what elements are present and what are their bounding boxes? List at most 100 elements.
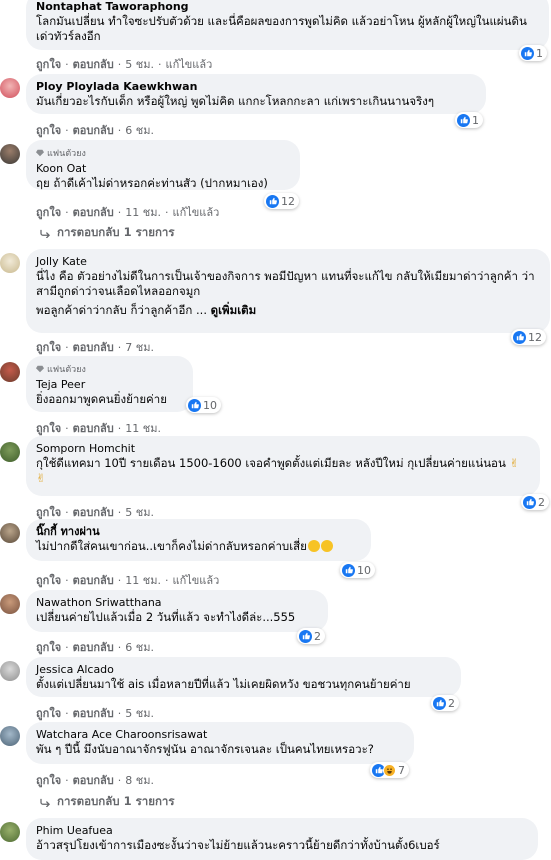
commenter-name[interactable]: Watchara Ace Charoonsrisawat (36, 728, 402, 742)
comment-bubble: Nawathon Sriwatthana เปลี่ยนค่ายไปแล้วเม… (26, 590, 328, 632)
timestamp[interactable]: 8 ชม. (125, 771, 154, 789)
like-icon (342, 563, 355, 577)
avatar[interactable] (0, 726, 20, 746)
reaction-count[interactable]: 7 (370, 762, 409, 778)
edited-label[interactable]: แก้ไขแล้ว (165, 55, 212, 73)
comment-bubble: Phim Ueafuea อ้าวสรุปโยงเข้าการเมืองซะงั… (26, 818, 538, 860)
avatar[interactable] (0, 523, 20, 543)
smile-emoji-icon (307, 540, 320, 552)
comment-text-continued: พอลูกค้าด่าว่ากลับ ก็ว่าลูกค้าอีก ... ดู… (36, 303, 538, 318)
avatar[interactable] (0, 253, 20, 273)
view-replies-button[interactable]: การตอบกลับ 1 รายการ (40, 224, 175, 242)
avatar[interactable] (0, 144, 20, 164)
separator: · (65, 573, 69, 587)
reaction-count[interactable]: 1 (455, 112, 483, 128)
see-more-link[interactable]: ดูเพิ่มเติม (211, 303, 257, 317)
comment-bubble: Nontaphat Taworaphong โลกมันเปลี่ยน ทำใจ… (26, 0, 549, 50)
like-button[interactable]: ถูกใจ (36, 419, 61, 437)
commenter-name[interactable]: Nawathon Sriwatthana (36, 596, 316, 610)
reply-button[interactable]: ตอบกลับ (73, 338, 114, 356)
commenter-name[interactable]: Koon Oat (36, 162, 288, 176)
timestamp[interactable]: 5 ชม. (125, 704, 154, 722)
reply-button[interactable]: ตอบกลับ (73, 771, 114, 789)
comment-bubble: Ploy Ploylada Kaewkhwan มันเกี่ยวอะไรกับ… (26, 74, 486, 114)
like-icon (513, 330, 526, 344)
separator: · (117, 205, 122, 219)
comment-text: โลกมันเปลี่ยน ทำใจซะปรับตัวด้วย และนี่คื… (36, 14, 531, 43)
avatar[interactable] (0, 362, 20, 382)
comment-actions: ถูกใจ · ตอบกลับ · 7 ชม. (36, 338, 154, 356)
commenter-name[interactable]: Jolly Kate (36, 255, 538, 269)
like-button[interactable]: ถูกใจ (36, 704, 61, 722)
like-icon (523, 495, 536, 509)
like-icon (299, 629, 312, 643)
reply-button[interactable]: ตอบกลับ (73, 121, 114, 139)
avatar[interactable] (0, 78, 20, 98)
like-button[interactable]: ถูกใจ (36, 55, 61, 73)
reply-button[interactable]: ตอบกลับ (73, 203, 114, 221)
comment-bubble: Somporn Homchit กุใช้ดีแทคมา 10ปี รายเดื… (26, 436, 540, 496)
reply-button[interactable]: ตอบกลับ (73, 419, 114, 437)
like-button[interactable]: ถูกใจ (36, 771, 61, 789)
commenter-name[interactable]: Somporn Homchit (36, 442, 528, 456)
timestamp[interactable]: 11 ชม. (125, 203, 161, 221)
like-button[interactable]: ถูกใจ (36, 571, 61, 589)
top-fan-badge[interactable]: แฟนตัวยง (36, 362, 181, 376)
comment-bubble: นิ๊กกี้ ทางผ่าน ไม่ปากดีใส่คนเขาก่อน..เข… (26, 519, 371, 561)
reaction-number: 12 (281, 194, 295, 208)
avatar[interactable] (0, 822, 20, 842)
reaction-count[interactable]: 10 (340, 562, 375, 578)
avatar[interactable] (0, 661, 20, 681)
separator: · (117, 57, 122, 71)
like-button[interactable]: ถูกใจ (36, 638, 61, 656)
reaction-count[interactable]: 12 (264, 193, 299, 209)
avatar[interactable] (0, 594, 20, 614)
reaction-count[interactable]: 2 (431, 695, 459, 711)
separator: · (157, 57, 162, 71)
reaction-count[interactable]: 2 (521, 494, 549, 510)
like-icon (433, 696, 446, 710)
like-button[interactable]: ถูกใจ (36, 121, 61, 139)
diamond-icon (36, 365, 44, 373)
edited-label[interactable]: แก้ไขแล้ว (172, 571, 219, 589)
edited-label[interactable]: แก้ไขแล้ว (172, 203, 219, 221)
smile-emoji-icon (320, 540, 333, 552)
commenter-name[interactable]: Nontaphat Taworaphong (36, 0, 537, 14)
haha-icon (383, 763, 396, 777)
comment-text-part: กุใช้ดีแทคมา 10ปี รายเดือน 1500-1600 เจอ… (36, 456, 506, 470)
separator: · (117, 573, 122, 587)
timestamp[interactable]: 5 ชม. (125, 55, 154, 73)
reply-button[interactable]: ตอบกลับ (73, 704, 114, 722)
comment-text: กุใช้ดีแทคมา 10ปี รายเดือน 1500-1600 เจอ… (36, 456, 528, 486)
avatar[interactable] (0, 442, 20, 462)
reaction-count[interactable]: 2 (297, 628, 325, 644)
comment-text: เปลี่ยนค่ายไปแล้วเมื่อ 2 วันที่แล้ว จะทำ… (36, 610, 296, 624)
top-fan-badge[interactable]: แฟนตัวยง (36, 146, 288, 160)
reaction-count[interactable]: 10 (186, 397, 221, 413)
commenter-name[interactable]: Jessica Alcado (36, 663, 449, 677)
commenter-name[interactable]: นิ๊กกี้ ทางผ่าน (36, 525, 359, 539)
timestamp[interactable]: 6 ชม. (125, 638, 154, 656)
timestamp[interactable]: 7 ชม. (125, 338, 154, 356)
like-button[interactable]: ถูกใจ (36, 203, 61, 221)
comment-text: อ้าวสรุปโยงเข้าการเมืองซะงั้นว่าจะไม่ย้า… (36, 838, 440, 852)
comment-text: นี่ไง คือ ตัวอย่างไม่ดีในการเป็นเจ้าของก… (36, 269, 535, 298)
reaction-count[interactable]: 12 (511, 329, 546, 345)
timestamp[interactable]: 11 ชม. (125, 419, 161, 437)
reply-button[interactable]: ตอบกลับ (73, 55, 114, 73)
replies-label: การตอบกลับ 1 รายการ (57, 794, 175, 808)
commenter-name[interactable]: Teja Peer (36, 378, 181, 392)
view-replies-button[interactable]: การตอบกลับ 1 รายการ (40, 793, 175, 811)
like-icon (188, 398, 201, 412)
commenter-name[interactable]: Ploy Ploylada Kaewkhwan (36, 80, 474, 94)
like-button[interactable]: ถูกใจ (36, 338, 61, 356)
like-icon (521, 46, 534, 60)
reaction-count[interactable]: 1 (519, 45, 547, 61)
separator: · (65, 340, 69, 354)
separator: · (117, 773, 122, 787)
timestamp[interactable]: 11 ชม. (125, 571, 161, 589)
reply-button[interactable]: ตอบกลับ (73, 638, 114, 656)
commenter-name[interactable]: Phim Ueafuea (36, 824, 526, 838)
timestamp[interactable]: 6 ชม. (125, 121, 154, 139)
reply-button[interactable]: ตอบกลับ (73, 571, 114, 589)
